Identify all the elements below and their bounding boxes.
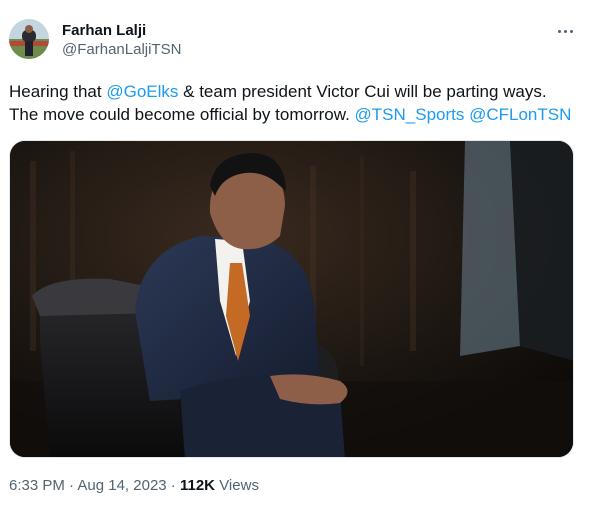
text-segment: The move could become official by tomorr… (9, 105, 355, 124)
author-handle[interactable]: @FarhanLaljiTSN (62, 41, 181, 59)
text-segment: & team president Victor Cui will be part… (178, 82, 547, 101)
avatar-image (9, 19, 49, 59)
separator-dot: · (166, 477, 180, 494)
text-segment: Hearing that (9, 82, 107, 101)
timestamp-date[interactable]: Aug 14, 2023 (77, 477, 166, 494)
more-options-button[interactable] (554, 22, 576, 40)
views-count: 112K (179, 477, 216, 494)
mention-goelks[interactable]: @GoElks (106, 82, 178, 101)
timestamp-time[interactable]: 6:33 PM (9, 477, 65, 494)
author-name[interactable]: Farhan Lalji (62, 22, 146, 40)
mention-cflontsn[interactable]: @CFLonTSN (469, 105, 571, 124)
tweet-card: Farhan Lalji @FarhanLaljiTSN Hearing tha… (0, 0, 590, 506)
more-horizontal-icon (556, 29, 574, 33)
separator-dot: · (64, 477, 78, 494)
photo-image (10, 141, 573, 457)
tweet-meta: 6:33 PM · Aug 14, 2023 · 112K Views (9, 477, 259, 495)
tweet-text: Hearing that @GoElks & team president Vi… (9, 80, 584, 126)
tweet-photo[interactable] (9, 140, 574, 458)
tweet-text-line-1: Hearing that @GoElks & team president Vi… (9, 80, 584, 103)
tweet-text-line-2: The move could become official by tomorr… (9, 103, 584, 126)
views-label: Views (215, 477, 259, 494)
mention-tsn-sports[interactable]: @TSN_Sports (355, 105, 465, 124)
avatar[interactable] (9, 19, 49, 59)
